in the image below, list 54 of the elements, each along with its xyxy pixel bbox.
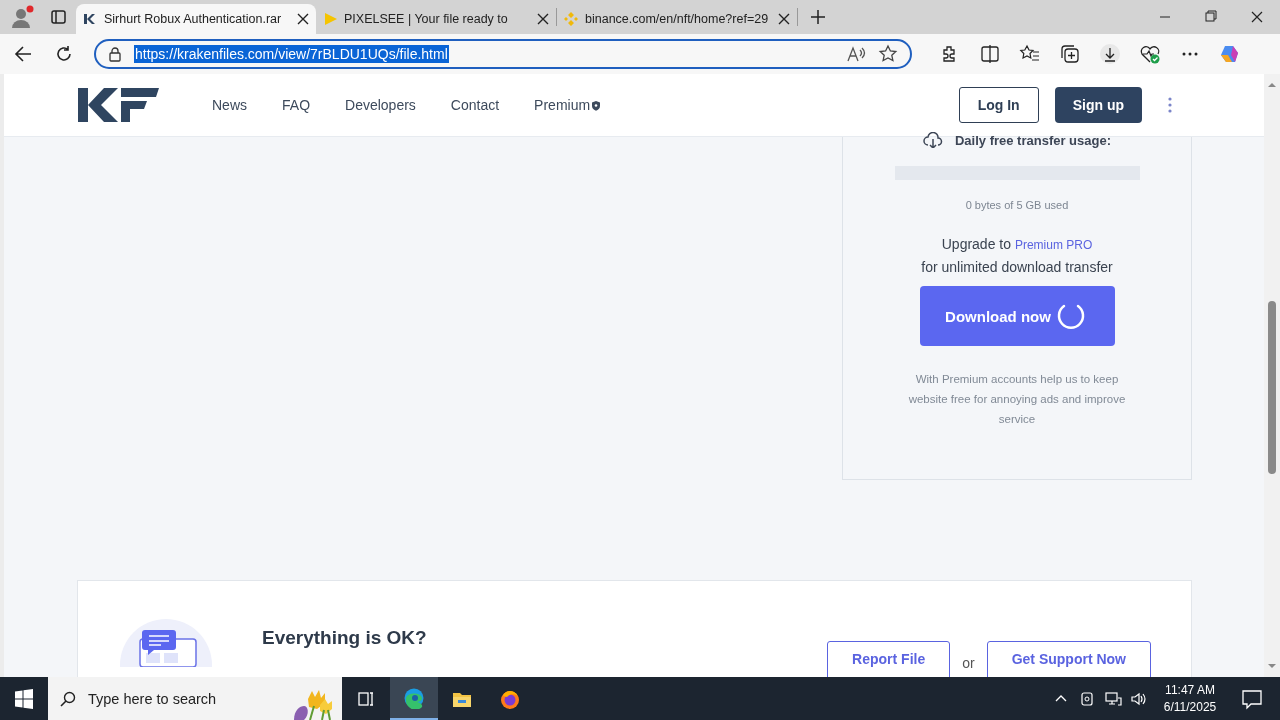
close-icon[interactable] — [536, 12, 550, 26]
device-icon[interactable] — [1078, 689, 1096, 708]
network-icon[interactable] — [1104, 689, 1122, 708]
star-icon[interactable] — [878, 44, 898, 64]
scrollbar[interactable] — [1264, 74, 1280, 677]
tab-title: Sirhurt Robux Authentication.rar — [104, 12, 283, 26]
browser-tab[interactable]: binance.com/en/nft/home?ref=29 — [557, 4, 797, 34]
download-icon[interactable] — [1099, 43, 1121, 65]
address-bar[interactable]: https://krakenfiles.com/view/7rBLDU1UQs/file.html — [94, 39, 912, 69]
login-button[interactable]: Log In — [958, 87, 1039, 123]
browser-tab[interactable]: Sirhurt Robux Authentication.rar — [76, 4, 316, 34]
tab-favicon-icon — [563, 11, 579, 27]
tab-favicon-icon — [82, 11, 98, 27]
copilot-icon[interactable] — [1219, 43, 1241, 65]
feedback-title: Everything is OK? — [262, 627, 427, 649]
tab-title: binance.com/en/nft/home?ref=29 — [585, 12, 770, 26]
nav-link[interactable]: News — [212, 97, 247, 113]
clock-date: 6/11/2025 — [1162, 698, 1218, 716]
taskbar-search-field[interactable]: Type here to search — [48, 677, 342, 720]
usage-text: 0 bytes of 5 GB used — [965, 199, 1069, 211]
nav-link[interactable]: Contact — [450, 97, 500, 113]
close-icon[interactable] — [296, 12, 310, 26]
nav-link[interactable]: Premium — [534, 97, 602, 113]
tab-title: PIXELSEE | Your file ready to — [344, 12, 509, 26]
upgrade-text: Upgrade to — [941, 236, 1011, 252]
split-screen-icon[interactable] — [979, 43, 1001, 65]
report-button[interactable]: Report File — [827, 641, 951, 677]
health-icon[interactable] — [1139, 43, 1161, 65]
browser-tab[interactable]: PIXELSEE | Your file ready to — [316, 4, 556, 34]
support-button[interactable]: Get Support Now — [986, 641, 1151, 677]
usage-label: Daily free transfer usage: — [954, 132, 1112, 148]
windows-start-icon[interactable] — [13, 687, 35, 710]
nav-link[interactable]: Developers — [345, 97, 416, 113]
read-aloud-icon[interactable] — [846, 45, 866, 63]
url-text: https://krakenfiles.com/view/7rBLDU1UQs/file.html — [134, 45, 449, 63]
edge-browser-icon[interactable] — [403, 686, 425, 709]
close-icon[interactable] — [777, 12, 791, 26]
search-icon — [60, 690, 76, 707]
clock-time: 11:47 AM — [1164, 681, 1216, 699]
site-logo[interactable] — [78, 87, 160, 123]
or-text: or — [962, 655, 975, 671]
upgrade-text: for unlimited download transfer — [921, 258, 1113, 277]
premium-note: With Premium accounts help us to keep website free for annoying ads and improve service — [907, 372, 1127, 427]
search-placeholder: Type here to search — [88, 690, 218, 707]
cloud-download-icon — [922, 132, 943, 148]
nav-link[interactable]: FAQ — [282, 97, 311, 113]
scrollbar-thumb[interactable] — [1268, 301, 1276, 474]
shield-icon — [591, 99, 602, 111]
premium-link[interactable]: Premium PRO — [1014, 238, 1093, 252]
collections-icon[interactable] — [1059, 43, 1081, 65]
signup-button[interactable]: Sign up — [1054, 87, 1142, 123]
download-button[interactable]: Download now — [919, 286, 1115, 346]
tab-favicon-icon — [322, 11, 338, 27]
lock-icon — [108, 46, 122, 62]
